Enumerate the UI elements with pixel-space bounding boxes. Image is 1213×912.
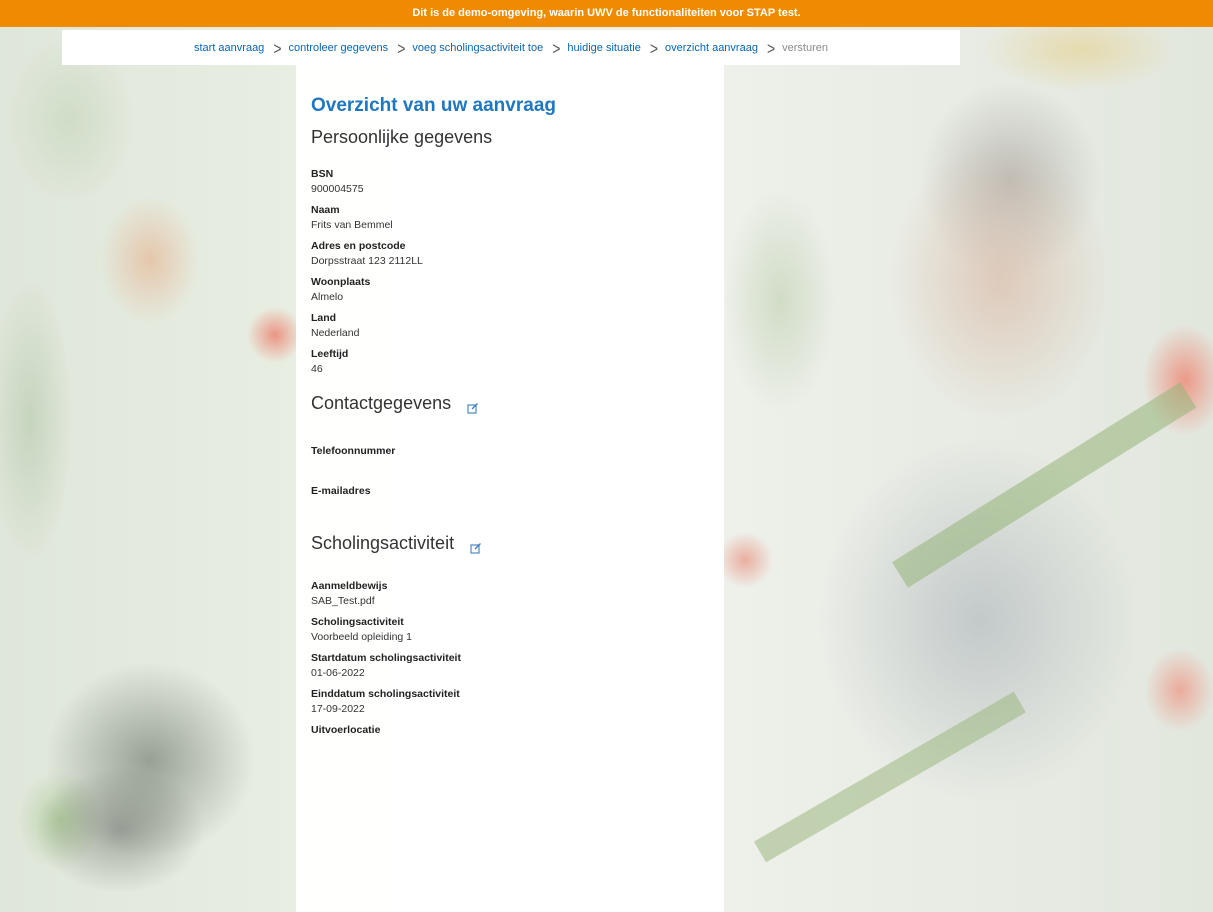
breadcrumb-versturen: versturen [782, 41, 828, 54]
chevron-right-icon: > [397, 37, 406, 58]
field-label: BSN [311, 168, 334, 180]
demo-banner: Dit is de demo-omgeving, waarin UWV de f… [0, 0, 1213, 27]
breadcrumb-huidige-situatie[interactable]: huidige situatie [567, 42, 640, 54]
edit-icon[interactable] [470, 538, 482, 554]
field-label: Telefoonnummer [311, 445, 396, 457]
field-value: Dorpsstraat 123 2112LL [311, 255, 423, 267]
field-label: E-mailadres [311, 485, 371, 497]
field-label: Startdatum scholingsactiviteit [311, 652, 461, 664]
field-value: Nederland [311, 327, 360, 339]
field-value: Almelo [311, 291, 344, 303]
overview-content: Overzicht van uw aanvraag Persoonlijke g… [311, 95, 711, 739]
field-value: Voorbeeld opleiding 1 [311, 631, 413, 643]
field-einddatum: Einddatum scholingsactiviteit 17-09-2022 [311, 688, 711, 715]
field-aanmeldbewijs: Aanmeldbewijs SAB_Test.pdf [311, 580, 711, 607]
field-startdatum: Startdatum scholingsactiviteit 01-06-202… [311, 652, 711, 679]
field-label: Einddatum scholingsactiviteit [311, 688, 460, 700]
chevron-right-icon: > [649, 37, 658, 58]
field-adres: Adres en postcode Dorpsstraat 123 2112LL [311, 240, 711, 267]
field-leeftijd: Leeftijd 46 [311, 348, 711, 375]
field-value: SAB_Test.pdf [311, 595, 375, 607]
field-label: Aanmeldbewijs [311, 580, 388, 592]
field-uitvoerlocatie: Uitvoerlocatie [311, 724, 711, 736]
field-value: 46 [311, 363, 323, 375]
overview-panel: Overzicht van uw aanvraag Persoonlijke g… [296, 65, 724, 912]
field-label: Adres en postcode [311, 240, 406, 252]
field-naam: Naam Frits van Bemmel [311, 204, 711, 231]
field-woonplaats: Woonplaats Almelo [311, 276, 711, 303]
breadcrumb-voeg-scholingsactiviteit-toe[interactable]: voeg scholingsactiviteit toe [412, 42, 543, 54]
field-land: Land Nederland [311, 312, 711, 339]
field-value: 17-09-2022 [311, 703, 365, 715]
section-title-text: Scholingsactiviteit [311, 533, 455, 553]
edit-icon-svg [470, 542, 482, 554]
field-telefoonnummer: Telefoonnummer [311, 445, 711, 457]
field-label: Uitvoerlocatie [311, 724, 381, 736]
edit-icon[interactable] [467, 398, 479, 414]
page-title: Overzicht van uw aanvraag [311, 95, 556, 116]
breadcrumb-overzicht-aanvraag[interactable]: overzicht aanvraag [665, 42, 758, 54]
field-value: Frits van Bemmel [311, 219, 393, 231]
field-label: Woonplaats [311, 276, 371, 288]
section-title-personal: Persoonlijke gegevens [311, 127, 711, 148]
field-value: 01-06-2022 [311, 667, 365, 679]
field-bsn: BSN 900004575 [311, 168, 711, 195]
field-label: Scholingsactiviteit [311, 616, 404, 628]
breadcrumb-controleer-gegevens[interactable]: controleer gegevens [289, 42, 389, 54]
chevron-right-icon: > [552, 37, 561, 58]
field-label: Land [311, 312, 337, 324]
field-scholingsactiviteit: Scholingsactiviteit Voorbeeld opleiding … [311, 616, 711, 643]
edit-icon-svg [467, 402, 479, 414]
chevron-right-icon: > [273, 37, 282, 58]
field-value: 900004575 [311, 183, 364, 195]
chevron-right-icon: > [766, 37, 776, 58]
section-title-text: Persoonlijke gegevens [311, 127, 493, 147]
breadcrumb-start-aanvraag[interactable]: start aanvraag [194, 42, 264, 54]
field-emailadres: E-mailadres [311, 485, 711, 497]
section-title-training: Scholingsactiviteit [311, 533, 711, 554]
field-label: Leeftijd [311, 348, 349, 360]
section-title-text: Contactgegevens [311, 393, 452, 413]
breadcrumb: start aanvraag > controleer gegevens > v… [62, 30, 960, 65]
section-title-contact: Contactgegevens [311, 393, 711, 414]
field-label: Naam [311, 204, 340, 216]
